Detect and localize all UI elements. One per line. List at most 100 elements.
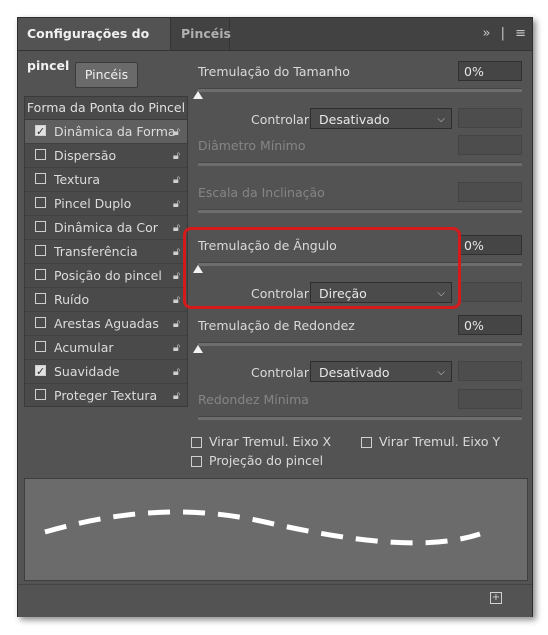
list-item-brush-pose[interactable]: Posição do pincel 🔓︎ <box>25 264 187 288</box>
panel-menu[interactable]: » | ≡ <box>476 18 526 50</box>
list-item-scattering[interactable]: Dispersão 🔓︎ <box>25 144 187 168</box>
list-item-build-up[interactable]: Acumular 🔓︎ <box>25 336 187 360</box>
min-diameter-slider <box>198 162 522 166</box>
lock-icon[interactable]: 🔓︎ <box>173 144 180 167</box>
tab-bar: Configurações do pincel Pincéis » | ≡ <box>18 18 532 73</box>
min-diameter-field <box>458 135 522 155</box>
checkbox[interactable] <box>35 149 46 160</box>
flip-x-jitter-option[interactable]: Virar Tremul. Eixo X <box>191 434 361 452</box>
chevron-down-icon: ⌵ <box>437 367 445 378</box>
stroke-preview <box>24 478 528 581</box>
chevron-down-icon: ⌵ <box>437 114 445 125</box>
checkbox[interactable] <box>361 437 372 448</box>
checkbox[interactable] <box>35 389 46 400</box>
checkbox[interactable] <box>35 221 46 232</box>
tilt-scale-slider <box>198 209 522 213</box>
min-roundness-slider <box>198 416 522 420</box>
menu-icon[interactable]: ≡ <box>515 26 526 41</box>
checkbox[interactable] <box>35 120 46 143</box>
divider: | <box>500 26 505 41</box>
list-item-label: Transferência <box>54 244 138 259</box>
collapse-icon[interactable]: » <box>482 26 490 41</box>
brush-projection-label: Projeção do pincel <box>209 453 324 468</box>
lock-icon[interactable]: 🔓︎ <box>173 192 180 215</box>
list-item-label: Suavidade <box>54 364 120 379</box>
min-diameter-label: Diâmetro Mínimo <box>198 138 306 153</box>
list-item-color-dynamics[interactable]: Dinâmica da Cor 🔓︎ <box>25 216 187 240</box>
list-item-protect-texture[interactable]: Proteger Textura 🔓︎ <box>25 384 187 407</box>
flip-y-label: Virar Tremul. Eixo Y <box>379 434 501 449</box>
list-item-label: Posição do pincel <box>54 268 162 283</box>
flip-x-label: Virar Tremul. Eixo X <box>209 434 332 449</box>
lock-icon[interactable]: 🔓︎ <box>173 384 180 407</box>
list-item-label: Dispersão <box>54 148 117 163</box>
list-item-wet-edges[interactable]: Arestas Aguadas 🔓︎ <box>25 312 187 336</box>
size-jitter-thumb[interactable] <box>193 91 203 99</box>
brush-tip-shape-item[interactable]: Forma da Ponta do Pincel <box>25 97 187 120</box>
min-roundness-label: Redondez Mínima <box>198 392 309 407</box>
flip-y-jitter-option[interactable]: Virar Tremul. Eixo Y <box>361 434 521 452</box>
lock-icon[interactable]: 🔓︎ <box>173 120 180 143</box>
min-roundness-field <box>458 389 522 409</box>
lock-icon[interactable]: 🔓︎ <box>173 336 180 359</box>
size-control-select[interactable]: Desativado ⌵ <box>310 108 452 129</box>
checkbox[interactable] <box>35 317 46 328</box>
size-jitter-slider[interactable] <box>198 88 522 92</box>
lock-icon[interactable]: 🔓︎ <box>173 312 180 335</box>
brushes-button[interactable]: Pincéis <box>75 62 138 88</box>
list-item-shape-dynamics[interactable]: Dinâmica da Forma 🔓︎ <box>25 120 187 144</box>
lock-icon[interactable]: 🔓︎ <box>173 168 180 191</box>
checkbox[interactable] <box>35 293 46 304</box>
checkbox[interactable] <box>35 360 46 383</box>
roundness-jitter-field[interactable]: 0% <box>458 315 522 335</box>
list-item-label: Acumular <box>54 340 114 355</box>
size-jitter-label: Tremulação do Tamanho <box>198 64 350 79</box>
size-control-field <box>458 108 522 128</box>
lock-icon[interactable]: 🔓︎ <box>173 288 180 311</box>
checkbox[interactable] <box>35 197 46 208</box>
list-item-transfer[interactable]: Transferência 🔓︎ <box>25 240 187 264</box>
angle-control-field <box>458 282 522 302</box>
list-item-smoothing[interactable]: Suavidade 🔓︎ <box>25 360 187 384</box>
tab-brushes[interactable]: Pincéis <box>170 18 231 50</box>
tab-brush-settings[interactable]: Configurações do pincel <box>18 18 170 73</box>
checkbox[interactable] <box>35 269 46 280</box>
list-item-texture[interactable]: Textura 🔓︎ <box>25 168 187 192</box>
roundness-jitter-label: Tremulação de Redondez <box>198 318 355 333</box>
roundness-jitter-thumb[interactable] <box>193 345 203 353</box>
tilt-scale-field <box>458 182 522 202</box>
lock-icon[interactable]: 🔓︎ <box>173 264 180 287</box>
panel-footer <box>18 584 532 617</box>
list-item-label: Dinâmica da Cor <box>54 220 158 235</box>
roundness-control-label: Controlar: <box>251 365 313 380</box>
list-item-label: Pincel Duplo <box>54 196 132 211</box>
roundness-control-field <box>458 361 522 381</box>
size-control-label: Controlar: <box>251 112 313 127</box>
new-brush-icon[interactable]: + <box>490 592 502 604</box>
select-value: Desativado <box>319 365 390 380</box>
lock-icon[interactable]: 🔓︎ <box>173 216 180 239</box>
stroke-preview-curve <box>44 509 481 546</box>
brush-projection-option[interactable]: Projeção do pincel <box>191 453 371 471</box>
list-item-dual-brush[interactable]: Pincel Duplo 🔓︎ <box>25 192 187 216</box>
lock-icon[interactable]: 🔓︎ <box>173 360 180 383</box>
list-item-label: Proteger Textura <box>54 388 158 403</box>
brush-options-list: Forma da Ponta do Pincel Dinâmica da For… <box>24 96 188 407</box>
checkbox[interactable] <box>191 456 202 467</box>
checkbox[interactable] <box>35 341 46 352</box>
list-item-label: Arestas Aguadas <box>54 316 159 331</box>
checkbox[interactable] <box>35 173 46 184</box>
roundness-jitter-slider[interactable] <box>198 342 522 346</box>
angle-jitter-field[interactable]: 0% <box>458 235 522 255</box>
list-item-label: Textura <box>54 172 101 187</box>
checkbox[interactable] <box>191 437 202 448</box>
size-jitter-field[interactable]: 0% <box>458 61 522 81</box>
highlight-box <box>183 227 461 309</box>
list-item-noise[interactable]: Ruído 🔓︎ <box>25 288 187 312</box>
lock-icon[interactable]: 🔓︎ <box>173 240 180 263</box>
roundness-control-select[interactable]: Desativado ⌵ <box>310 361 452 382</box>
brush-settings-panel: Configurações do pincel Pincéis » | ≡ Pi… <box>17 17 533 617</box>
tilt-scale-label: Escala da Inclinação <box>198 185 325 200</box>
checkbox[interactable] <box>35 245 46 256</box>
select-value: Desativado <box>319 112 390 127</box>
